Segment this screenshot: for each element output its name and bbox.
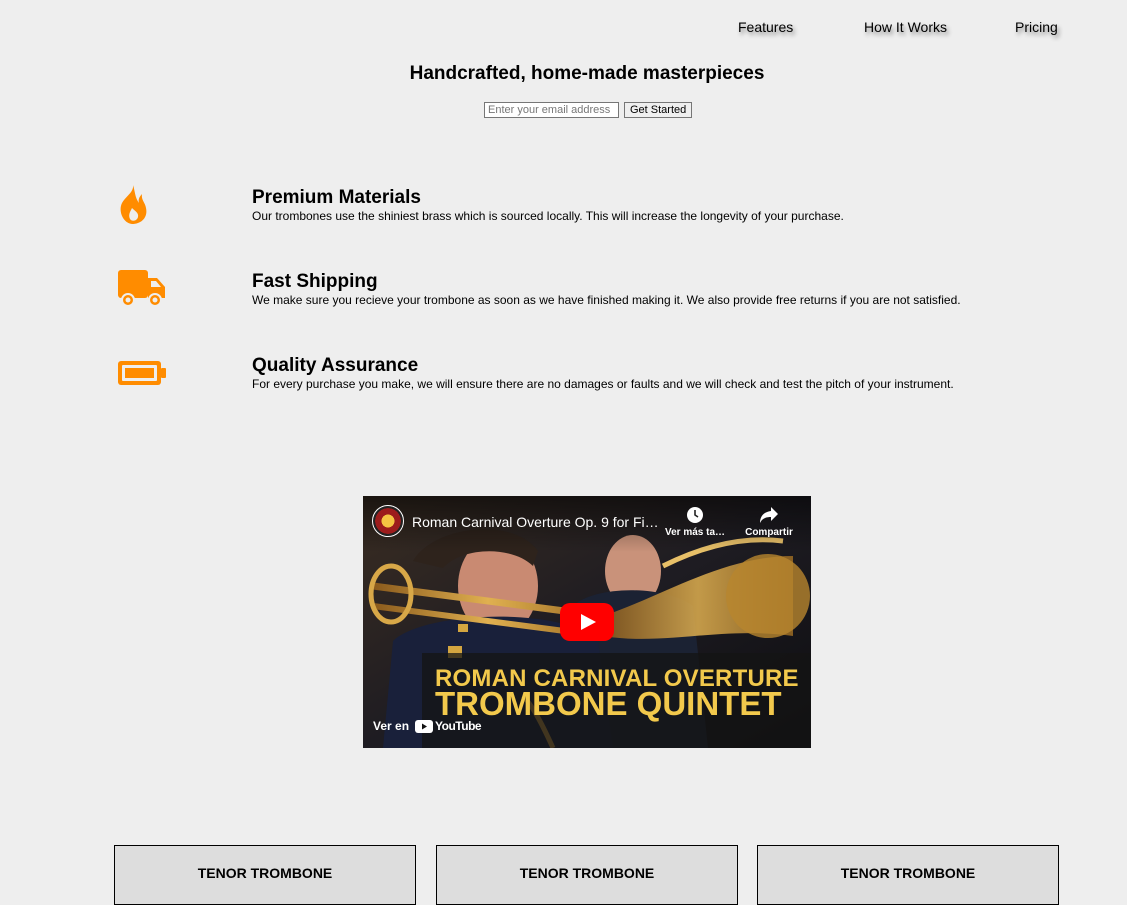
feature-description: Our trombones use the shiniest brass whi… [252,209,844,223]
youtube-play-icon [415,719,434,733]
watch-on-youtube-link[interactable]: Ver en YouTube [363,712,482,740]
feature-premium-materials: Premium Materials Our trombones use the … [0,184,1127,244]
watch-on-label: Ver en [373,719,410,733]
feature-quality-assurance: Quality Assurance For every purchase you… [0,352,1127,412]
share-icon [760,507,778,523]
pricing-card: TENOR TROMBONE [436,845,738,905]
channel-avatar[interactable] [372,505,404,537]
nav-link-how-it-works[interactable]: How It Works [864,19,947,35]
pricing-card-title: TENOR TROMBONE [840,865,976,881]
watch-later-label: Ver más ta… [664,527,726,538]
pricing-card: TENOR TROMBONE [757,845,1059,905]
nav-link-pricing[interactable]: Pricing [1015,19,1058,35]
share-button[interactable]: Compartir [741,506,797,538]
battery-icon [116,352,168,394]
feature-title: Fast Shipping [252,271,378,292]
feature-title: Quality Assurance [252,355,419,376]
get-started-button[interactable]: Get Started [624,102,693,118]
watch-later-button[interactable]: Ver más ta… [661,506,729,538]
video-embed[interactable]: Roman Carnival Overture Op. 9 for Fi… Ve… [363,496,811,748]
youtube-logo: YouTube [415,719,482,733]
feature-fast-shipping: Fast Shipping We make sure you recieve y… [0,268,1127,328]
play-icon[interactable] [560,603,614,641]
fire-icon [116,184,168,226]
feature-title: Premium Materials [252,187,421,208]
clock-icon [687,507,703,523]
youtube-wordmark: YouTube [435,719,482,733]
pricing-card-title: TENOR TROMBONE [197,865,333,881]
pricing-card: TENOR TROMBONE [114,845,416,905]
pricing-card-title: TENOR TROMBONE [519,865,655,881]
share-label: Compartir [745,527,793,538]
signup-form: Get Started [484,102,693,118]
feature-description: For every purchase you make, we will ens… [252,377,954,391]
hero-title: Handcrafted, home-made masterpieces [409,63,765,84]
nav-link-features[interactable]: Features [738,19,793,35]
top-nav: Features How It Works Pricing [0,19,1127,39]
overlay-line-2: TROMBONE QUINTET [435,685,782,722]
video-title[interactable]: Roman Carnival Overture Op. 9 for Fi… [412,514,662,530]
email-input[interactable] [484,102,619,118]
feature-description: We make sure you recieve your trombone a… [252,293,961,307]
truck-icon [116,268,168,310]
